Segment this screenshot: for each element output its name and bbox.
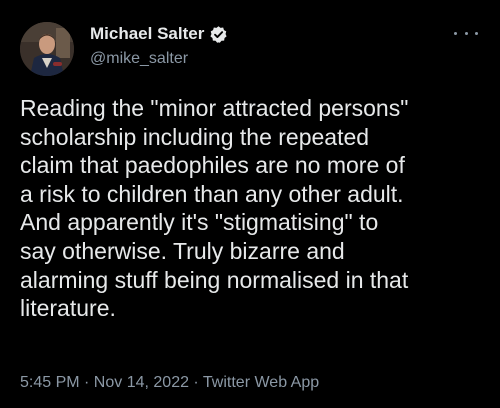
author-display-name[interactable]: Michael Salter bbox=[90, 24, 204, 44]
tweet-text-line: scholarship including the repeated bbox=[20, 123, 370, 150]
avatar[interactable] bbox=[20, 22, 74, 76]
more-dot bbox=[475, 31, 478, 35]
author-name-row: Michael Salter bbox=[90, 24, 228, 44]
tweet-timestamp-source[interactable]: 5:45 PM · Nov 14, 2022 · Twitter Web App bbox=[20, 374, 319, 392]
tweet-text-line: alarming stuff being normalised in that bbox=[20, 266, 409, 293]
tweet-text-line: a risk to children than any other adult. bbox=[20, 180, 404, 207]
avatar-photo bbox=[20, 22, 74, 76]
author-handle[interactable]: @mike_salter bbox=[90, 50, 188, 68]
tweet-body: Reading the "minor attracted persons" sc… bbox=[20, 94, 492, 323]
more-options-icon[interactable] bbox=[454, 26, 478, 40]
more-dot bbox=[454, 31, 457, 35]
tweet-card: Michael Salter @mike_salter Reading the … bbox=[0, 0, 500, 408]
tweet-text-line: Reading the "minor attracted persons" bbox=[20, 95, 409, 121]
tweet-text-line: say otherwise. Truly bizarre and bbox=[20, 237, 345, 264]
tweet-text-line: claim that paedophiles are no more of bbox=[20, 152, 405, 179]
verified-badge-icon bbox=[209, 25, 228, 44]
more-dot bbox=[464, 31, 468, 35]
tweet-text-line: And apparently it's "stigmatising" to bbox=[20, 209, 379, 236]
tweet-text-line: literature. bbox=[20, 295, 116, 322]
